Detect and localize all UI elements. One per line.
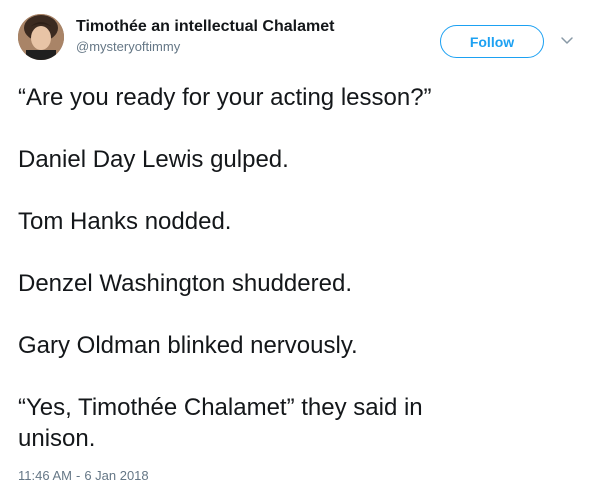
timestamp-separator: - — [75, 468, 81, 483]
tweet-text: “Are you ready for your acting lesson?” … — [18, 82, 578, 454]
display-name[interactable]: Timothée an intellectual Chalamet — [76, 17, 334, 37]
tweet-timestamp[interactable]: 11:46 AM -6 Jan 2018 — [18, 467, 149, 485]
avatar-image — [18, 14, 64, 60]
tweet-line: Daniel Day Lewis gulped. — [18, 146, 289, 173]
tweet-line: Denzel Washington shuddered. — [18, 270, 352, 297]
tweet-line: Tom Hanks nodded. — [18, 208, 232, 235]
follow-button[interactable]: Follow — [440, 25, 544, 58]
user-names[interactable]: Timothée an intellectual Chalamet @myste… — [76, 17, 334, 56]
tweet-time[interactable]: 11:46 AM — [18, 468, 72, 483]
tweet-line: “Are you ready for your acting lesson?” — [18, 84, 432, 111]
chevron-down-icon[interactable] — [559, 32, 575, 48]
tweet-line: “Yes, Timothée Chalamet” they said in un… — [18, 394, 423, 452]
avatar[interactable] — [18, 14, 64, 60]
user-handle[interactable]: @mysteryoftimmy — [76, 38, 334, 56]
tweet-header: Timothée an intellectual Chalamet @myste… — [18, 14, 578, 64]
tweet-card: Timothée an intellectual Chalamet @myste… — [0, 0, 596, 500]
tweet-date[interactable]: 6 Jan 2018 — [84, 468, 148, 483]
tweet-line: Gary Oldman blinked nervously. — [18, 332, 358, 359]
